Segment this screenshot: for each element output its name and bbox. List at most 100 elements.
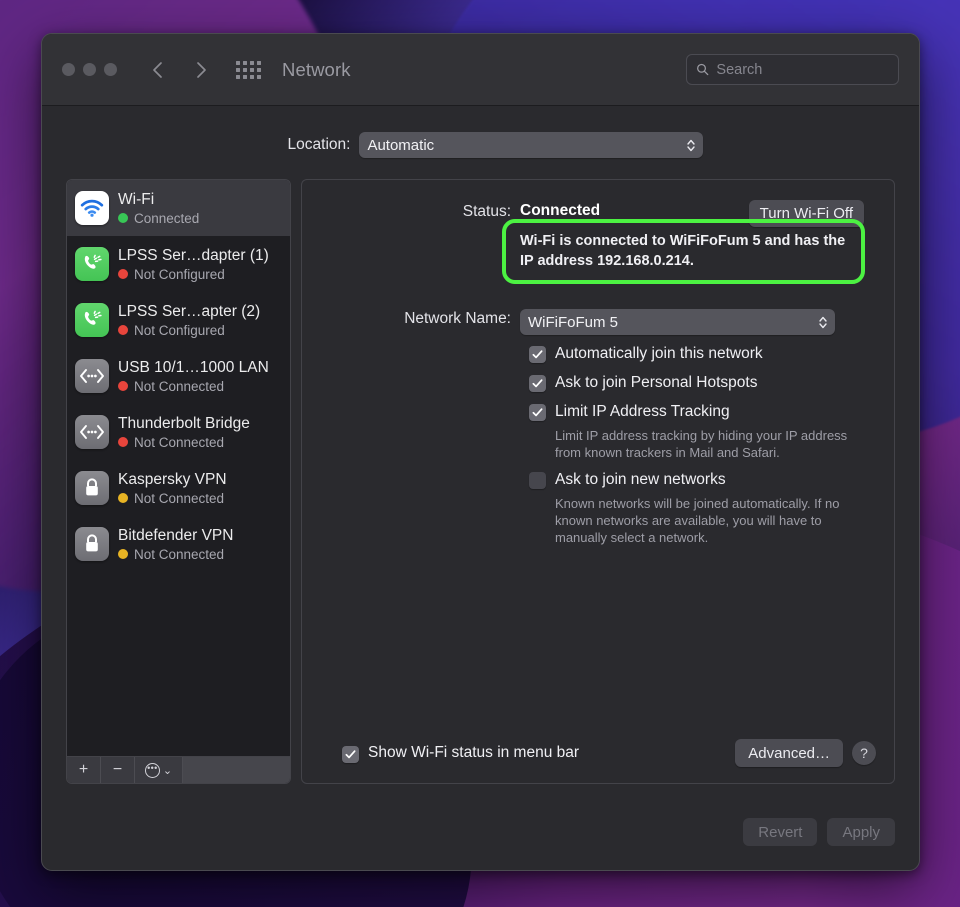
wifi-detail-pane: Status: Connected Turn Wi-Fi Off Wi-Fi i… [301,179,895,784]
service-name: Thunderbolt Bridge [118,414,250,432]
checkbox-personal-hotspots[interactable]: Ask to join Personal Hotspots [529,373,872,393]
chevron-updown-icon [818,315,828,330]
status-detail-text: Wi-Fi is connected to WiFiFoFum 5 and ha… [520,233,846,269]
status-dot-icon [118,325,128,335]
service-status-text: Not Configured [134,322,225,338]
location-row: Location: Automatic [66,106,895,179]
apply-button[interactable]: Apply [827,818,895,846]
service-name: USB 10/1…1000 LAN [118,358,269,376]
location-value: Automatic [367,136,435,154]
network-preferences-window: Network Location: Automatic [41,33,920,871]
service-status: Connected [118,210,199,227]
service-status-text: Not Connected [134,378,225,394]
location-select[interactable]: Automatic [359,132,704,158]
search-icon [697,63,709,76]
page-title: Network [282,58,351,80]
remove-service-button[interactable]: − [101,757,135,783]
checkbox-box[interactable] [529,404,546,421]
sidebar-item-usb-lan[interactable]: USB 10/1…1000 LAN Not Connected [67,348,290,404]
checkbox-label: Automatically join this network [555,345,763,362]
location-label: Location: [287,136,351,153]
sidebar-item-text: USB 10/1…1000 LAN Not Connected [118,358,269,395]
status-dot-icon [118,437,128,447]
checkbox-box[interactable] [529,472,546,489]
service-status: Not Configured [118,266,269,283]
chevron-down-icon: ⌄ [162,764,173,777]
chevron-right-icon[interactable] [188,57,214,83]
grid-apps-icon[interactable] [236,60,261,79]
sidebar-item-kaspersky-vpn[interactable]: Kaspersky VPN Not Connected [67,460,290,516]
desktop-background: Network Location: Automatic [0,0,960,907]
lock-icon [75,527,109,561]
add-service-button[interactable]: + [67,757,101,783]
checkbox-ask-join-new[interactable]: Ask to join new networks [529,470,872,490]
content-columns: Wi-Fi Connected LPSS Ser…dapter (1) Not … [66,179,895,794]
network-name-select[interactable]: WiFiFoFum 5 [520,309,835,335]
service-status: Not Connected [118,546,233,563]
sidebar-toolbar-filler [183,757,290,783]
checkbox-label: Limit IP Address Tracking [555,403,730,420]
service-name: Bitdefender VPN [118,526,234,544]
ethernet-icon [75,415,109,449]
help-button[interactable]: ? [852,741,876,765]
sidebar-item-text: LPSS Ser…apter (2) Not Configured [118,302,260,339]
minimize-button[interactable] [83,63,96,76]
sidebar-item-thunderbolt-bridge[interactable]: Thunderbolt Bridge Not Connected [67,404,290,460]
lock-icon [75,471,109,505]
status-label: Status: [462,203,511,220]
network-name-value: WiFiFoFum 5 [528,313,618,331]
checkmark-icon [532,379,543,388]
sidebar-item-bitdefender-vpn[interactable]: Bitdefender VPN Not Connected [67,516,290,572]
sidebar-toolbar: + − ••• ⌄ [67,756,290,783]
sidebar-item-wifi[interactable]: Wi-Fi Connected [67,180,290,236]
checkbox-box[interactable] [529,375,546,392]
sidebar-item-text: Bitdefender VPN Not Connected [118,526,233,563]
checkmark-icon [345,749,356,758]
window-titlebar: Network [42,34,919,106]
ask-join-new-help: Known networks will be joined automatica… [555,496,840,545]
advanced-button[interactable]: Advanced… [735,739,843,767]
checkbox-auto-join[interactable]: Automatically join this network [529,344,872,364]
chevron-left-icon[interactable] [144,57,170,83]
service-status: Not Connected [118,378,269,395]
sidebar-item-text: Wi-Fi Connected [118,190,199,227]
service-name: LPSS Ser…apter (2) [118,302,261,320]
status-dot-icon [118,269,128,279]
checkbox-label: Show Wi-Fi status in menu bar [368,744,580,761]
search-input[interactable] [716,61,889,78]
modem-phone-icon [75,247,109,281]
sidebar-item-text: Thunderbolt Bridge Not Connected [118,414,250,451]
traffic-lights [62,63,117,76]
revert-button[interactable]: Revert [743,818,818,846]
zoom-button[interactable] [104,63,117,76]
search-box[interactable] [686,54,899,85]
detail-footer-actions: Advanced… ? [735,739,876,767]
sidebar-item-lpss-1[interactable]: LPSS Ser…dapter (1) Not Configured [67,236,290,292]
checkbox-label: Ask to join Personal Hotspots [555,374,758,391]
service-name: Kaspersky VPN [118,470,227,488]
service-status: Not Configured [118,322,260,339]
checkmark-icon [532,350,543,359]
service-actions-button[interactable]: ••• ⌄ [135,757,183,783]
window-footer: Revert Apply [42,800,919,870]
status-detail-highlight: Wi-Fi is connected to WiFiFoFum 5 and ha… [502,219,865,284]
modem-phone-icon [75,303,109,337]
status-dot-icon [118,381,128,391]
checkbox-box[interactable] [529,346,546,363]
network-name-label: Network Name: [404,310,511,327]
service-status: Not Connected [118,434,250,451]
checkbox-limit-ip-tracking[interactable]: Limit IP Address Tracking [529,402,872,422]
service-name: LPSS Ser…dapter (1) [118,246,269,264]
service-status: Not Connected [118,490,227,507]
status-dot-icon [118,213,128,223]
sidebar-item-lpss-2[interactable]: LPSS Ser…apter (2) Not Configured [67,292,290,348]
detail-footer: Show Wi-Fi status in menu bar Advanced… … [324,739,876,767]
limit-ip-tracking-help: Limit IP address tracking by hiding your… [555,428,848,460]
checkbox-box[interactable] [342,745,359,763]
status-dot-icon [118,549,128,559]
wifi-icon [75,191,109,225]
chevron-updown-icon [686,138,696,153]
close-button[interactable] [62,63,75,76]
service-status-text: Connected [134,210,200,226]
checkbox-show-wifi-status[interactable]: Show Wi-Fi status in menu bar [342,743,579,763]
